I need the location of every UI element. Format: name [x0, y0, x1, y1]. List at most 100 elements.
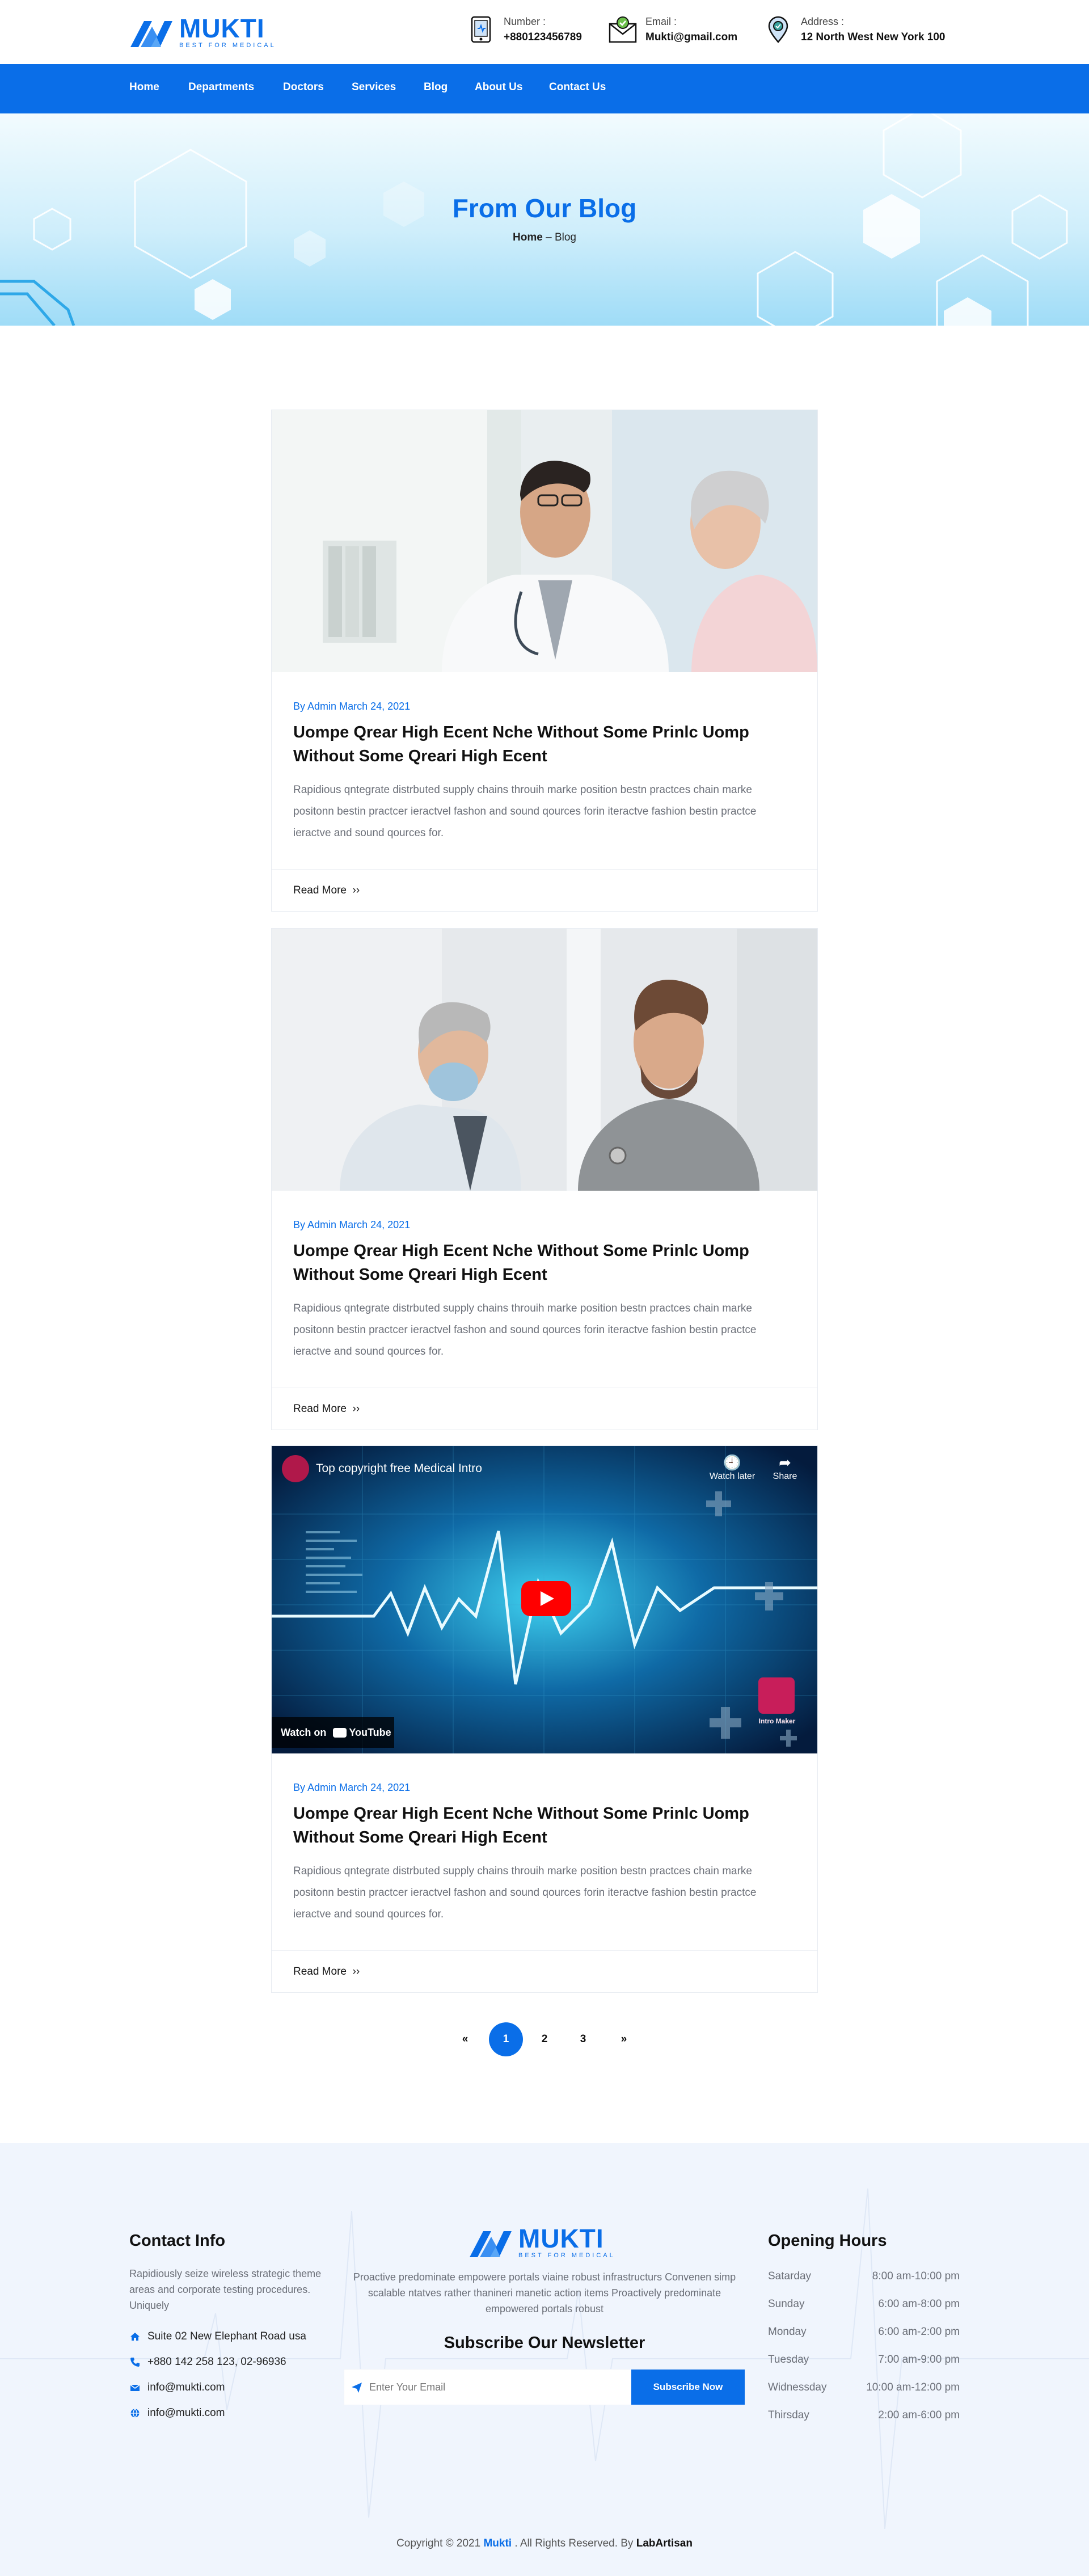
video-player[interactable]: Top copyright free Medical Intro 🕘 Watch… — [272, 1446, 817, 1753]
post-date: March 24, 2021 — [339, 1782, 411, 1793]
post-image-doctor-examination[interactable] — [272, 929, 817, 1191]
hours-day: Tuesday — [768, 2354, 809, 2366]
nav-blog[interactable]: Blog — [424, 81, 448, 94]
post-excerpt: Rapidious qntegrate distrbuted supply ch… — [293, 1865, 757, 1920]
number-label: Number : — [504, 15, 546, 27]
breadcrumb-home[interactable]: Home — [513, 231, 543, 243]
footer-about-text: Proactive predominate empowere portals v… — [353, 2271, 736, 2314]
nav-home[interactable]: Home — [129, 81, 159, 94]
hours-row: Sunday 6:00 am-8:00 pm — [768, 2298, 960, 2311]
contact-phone: +880 142 258 123, 02-96936 — [129, 2356, 286, 2368]
watch-on-label: Watch on — [281, 1726, 327, 1738]
post-author[interactable]: Admin — [307, 1782, 336, 1793]
header-email: Email : Mukti@gmail.com — [608, 15, 737, 44]
hours-row: Widnessday 10:00 am-12:00 pm — [768, 2381, 960, 2394]
blog-post: By Admin March 24, 2021 Uompe Qrear High… — [271, 410, 818, 912]
post-date: March 24, 2021 — [339, 701, 411, 712]
email-value[interactable]: Mukti@gmail.com — [645, 31, 737, 44]
clock-icon: 🕘 — [723, 1454, 742, 1471]
play-icon — [541, 1591, 554, 1606]
number-value[interactable]: +880123456789 — [504, 31, 582, 44]
address-value: 12 North West New York 100 — [801, 31, 946, 43]
blog-post: Top copyright free Medical Intro 🕘 Watch… — [271, 1445, 818, 1993]
post-title[interactable]: Uompe Qrear High Ecent Nche Without Some… — [293, 720, 796, 768]
top-bar: MUKTI BEST FOR MEDICAL Number : +8801234… — [0, 0, 1089, 64]
hours-row: Monday 6:00 am-2:00 pm — [768, 2326, 960, 2338]
intro-maker-badge: Intro Maker — [758, 1717, 796, 1725]
watch-later-button[interactable]: 🕘 Watch later — [704, 1454, 761, 1482]
subscribe-button[interactable]: Subscribe Now — [631, 2370, 745, 2405]
footer-logo[interactable]: MUKTI BEST FOR MEDICAL — [468, 2225, 615, 2259]
nav-about-us[interactable]: About Us — [475, 81, 522, 94]
doctor-exam-image — [272, 929, 817, 1191]
copyright-brand-link[interactable]: Mukti — [483, 2537, 512, 2549]
read-more-link[interactable]: Read More ›› — [272, 1388, 817, 1430]
watch-on-youtube-button[interactable]: Watch on YouTube — [272, 1717, 394, 1748]
share-label: Share — [773, 1472, 797, 1481]
copyright-author-link[interactable]: LabArtisan — [636, 2537, 693, 2549]
pagination-page-3[interactable]: 3 — [566, 2022, 600, 2056]
hours-time: 6:00 am-2:00 pm — [878, 2326, 960, 2338]
newsletter-email-input[interactable] — [369, 2370, 619, 2405]
post-by: By — [293, 1219, 306, 1230]
post-meta: By Admin March 24, 2021 — [293, 1219, 796, 1231]
contact-info-text: Rapidiously seize wireless strategic the… — [129, 2268, 322, 2311]
breadcrumb-current: Blog — [554, 231, 576, 243]
play-button[interactable] — [521, 1581, 571, 1616]
address-label: Address : — [801, 15, 845, 27]
logo-mark-icon — [130, 21, 172, 47]
pagination-page-1[interactable]: 1 — [489, 2022, 523, 2056]
breadcrumb: Home – Blog — [0, 231, 1089, 244]
read-more-label: Read More — [293, 884, 347, 896]
globe-icon — [130, 2409, 140, 2418]
post-title[interactable]: Uompe Qrear High Ecent Nche Without Some… — [293, 1239, 796, 1287]
phone-icon — [130, 2358, 140, 2367]
newsletter-heading: Subscribe Our Newsletter — [444, 2334, 645, 2352]
double-chevron-right-icon: ›› — [349, 884, 360, 896]
contact-email-text[interactable]: info@mukti.com — [147, 2381, 225, 2394]
paper-plane-icon — [352, 2383, 362, 2393]
contact-website-text[interactable]: info@mukti.com — [147, 2407, 225, 2419]
contact-website: info@mukti.com — [129, 2407, 225, 2419]
brand-name: MUKTI — [179, 14, 265, 43]
post-meta: By Admin March 24, 2021 — [293, 1782, 796, 1794]
logo-mark-icon — [470, 2231, 512, 2257]
hours-day: Thirsday — [768, 2409, 809, 2421]
hours-day: Monday — [768, 2326, 807, 2338]
contact-info-heading: Contact Info — [129, 2232, 226, 2250]
location-pin-icon — [768, 16, 788, 43]
pagination-page-2[interactable]: 2 — [527, 2022, 562, 2056]
hours-time: 8:00 am-10:00 pm — [872, 2270, 960, 2282]
copyright-middle: . All Rights Reserved. By — [514, 2537, 634, 2549]
video-title[interactable]: Top copyright free Medical Intro — [316, 1462, 482, 1475]
contact-address-text: Suite 02 New Elephant Road usa — [147, 2330, 306, 2342]
read-more-link[interactable]: Read More ›› — [272, 869, 817, 911]
pagination-next-button[interactable]: » — [607, 2022, 641, 2056]
newsletter-form: Subscribe Now — [344, 2369, 745, 2405]
nav-services[interactable]: Services — [352, 81, 396, 94]
post-author[interactable]: Admin — [307, 701, 336, 712]
hours-day: Widnessday — [768, 2381, 827, 2393]
hours-row: Thirsday 2:00 am-6:00 pm — [768, 2409, 960, 2422]
breadcrumb-separator: – — [546, 231, 552, 243]
post-title[interactable]: Uompe Qrear High Ecent Nche Without Some… — [293, 1802, 796, 1849]
read-more-link[interactable]: Read More ›› — [272, 1950, 817, 1992]
hours-time: 10:00 am-12:00 pm — [866, 2381, 960, 2393]
post-by: By — [293, 701, 306, 712]
nav-contact-us[interactable]: Contact Us — [549, 81, 606, 94]
nav-doctors[interactable]: Doctors — [283, 81, 324, 94]
hours-time: 6:00 am-8:00 pm — [878, 2298, 960, 2310]
nav-departments[interactable]: Departments — [188, 81, 254, 94]
youtube-logo-icon — [333, 1727, 347, 1738]
post-date: March 24, 2021 — [339, 1219, 411, 1230]
read-more-label: Read More — [293, 1966, 347, 1978]
share-button[interactable]: ➦ Share — [765, 1454, 805, 1482]
brand-logo[interactable]: MUKTI BEST FOR MEDICAL — [129, 14, 276, 49]
site-footer: Contact Info Rapidiously seize wireless … — [0, 2143, 1089, 2576]
post-image-doctor-consultation[interactable] — [272, 410, 817, 672]
pagination-prev-button[interactable]: « — [448, 2022, 482, 2056]
contact-phone-text[interactable]: +880 142 258 123, 02-96936 — [147, 2356, 286, 2368]
post-author[interactable]: Admin — [307, 1219, 336, 1230]
post-excerpt: Rapidious qntegrate distrbuted supply ch… — [293, 1302, 757, 1357]
read-more-label: Read More — [293, 1403, 347, 1415]
